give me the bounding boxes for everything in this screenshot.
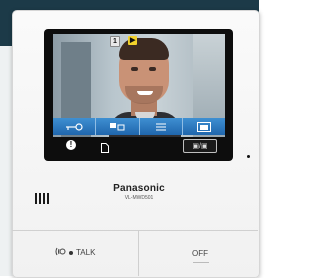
brand-logo: Panasonic [113, 183, 165, 194]
talk-icon [55, 247, 66, 258]
button-panel [12, 230, 258, 277]
picture-button[interactable] [183, 118, 225, 135]
record-badge: ▶ [128, 36, 138, 45]
visitor-hair [119, 38, 169, 60]
talk-indicator-dot [69, 250, 73, 255]
button-divider [138, 230, 139, 276]
camera-number-badge: 1 [110, 36, 120, 47]
screen-switch-button[interactable]: ▣/▣ [183, 139, 217, 153]
speaker-grille [35, 193, 49, 204]
camera-switch-icon [109, 122, 125, 131]
visitor-mouth [137, 91, 153, 95]
unlock-button[interactable] [53, 118, 97, 135]
camera-switch-button[interactable] [96, 118, 140, 135]
picture-icon [196, 121, 211, 132]
info-button[interactable]: ! [66, 140, 76, 150]
key-icon [64, 122, 84, 131]
menu-icon [155, 123, 166, 131]
off-indicator-line [193, 262, 209, 263]
function-button-bar [53, 118, 225, 135]
document-button[interactable] [101, 140, 109, 158]
menu-button[interactable] [140, 118, 183, 135]
document-icon [101, 140, 109, 157]
off-button[interactable]: OFF [192, 249, 208, 258]
talk-label: TALK [76, 248, 96, 257]
visitor-eye [131, 67, 138, 71]
talk-button[interactable]: TALK [55, 247, 95, 258]
visitor-eye [149, 67, 156, 71]
status-led [247, 155, 250, 158]
model-number: VL-MWD501 [124, 195, 154, 201]
